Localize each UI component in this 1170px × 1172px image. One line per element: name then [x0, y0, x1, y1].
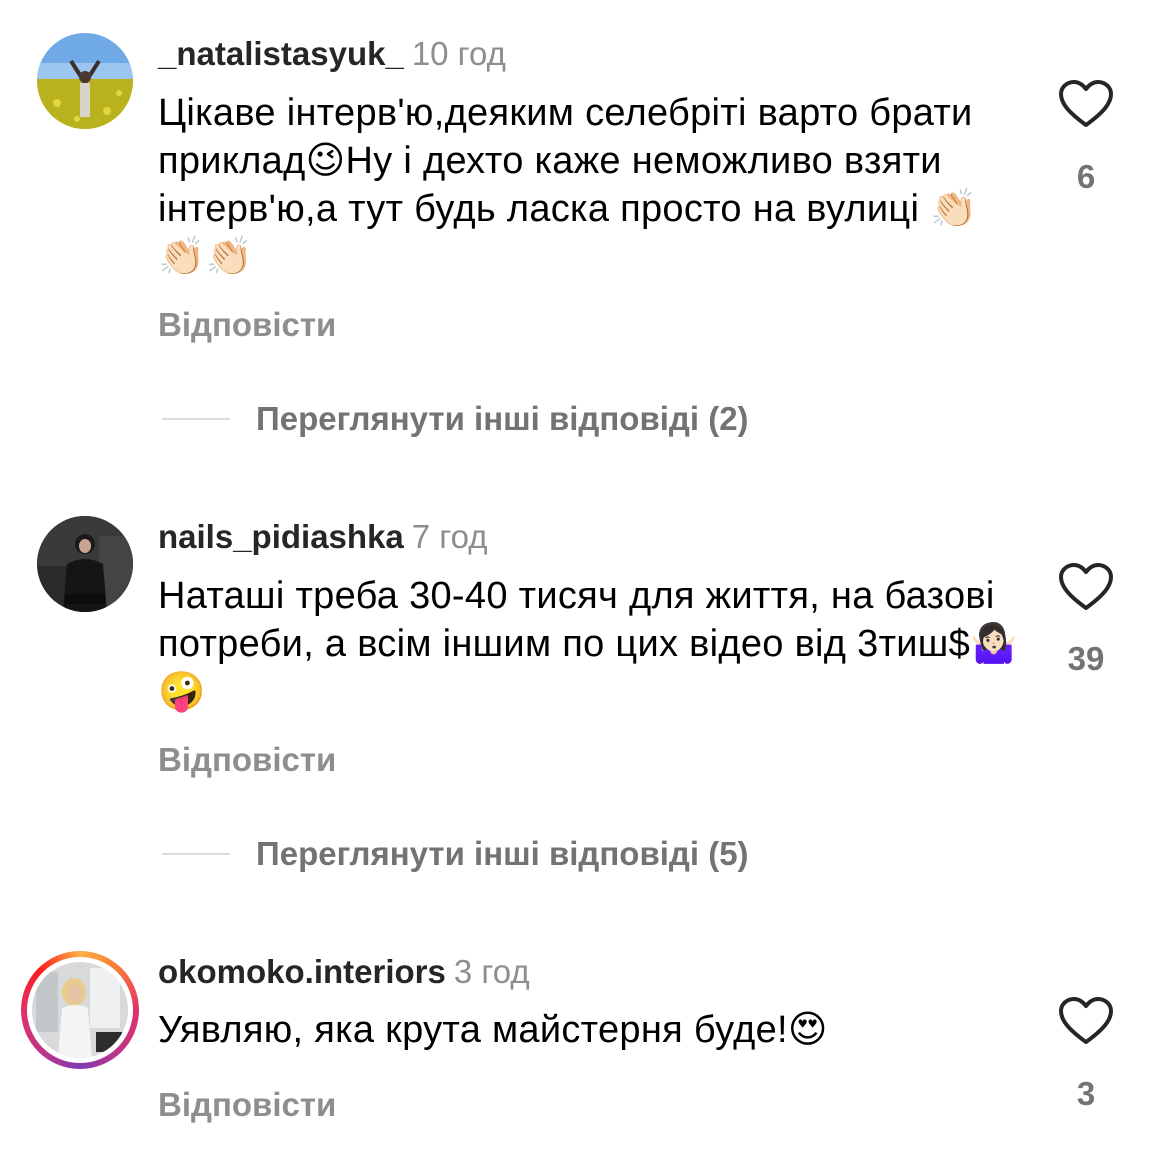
story-ring[interactable] [21, 951, 139, 1069]
reply-button[interactable]: Відповісти [158, 1085, 336, 1125]
username[interactable]: okomoko.interiors [158, 953, 446, 990]
comment-text: Уявляю, яка крута майстерня буде!😍 [158, 1009, 828, 1051]
like-count: 3 [1076, 1075, 1096, 1112]
heart-outline-icon [1059, 997, 1113, 1044]
comment-header: okomoko.interiors 3 год [158, 952, 530, 992]
timestamp: 3 год [453, 953, 530, 990]
like-button[interactable] [1058, 996, 1114, 1046]
comment: okomoko.interiors 3 год Уявляю, яка крута… [0, 0, 1170, 1172]
avatar [32, 962, 128, 1058]
